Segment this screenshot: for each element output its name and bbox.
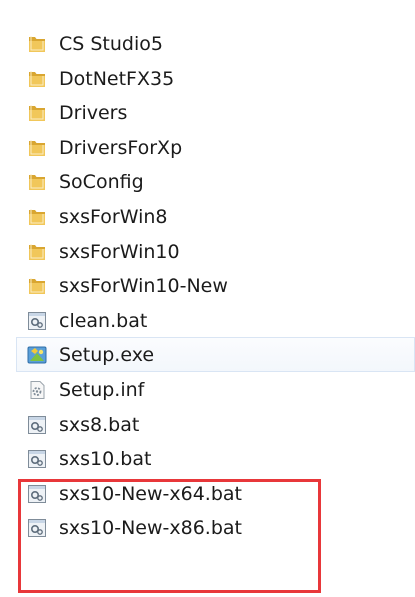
file-name: Drivers (59, 102, 128, 125)
folder-icon (26, 33, 48, 55)
file-name: CS Studio5 (59, 33, 163, 55)
folder-icon (26, 206, 48, 228)
setup-exe-icon (26, 344, 48, 366)
folder-icon (26, 137, 48, 159)
batch-file-icon (26, 310, 48, 332)
file-row-soconfig[interactable]: SoConfig (0, 164, 415, 199)
file-row-sxs10-bat[interactable]: sxs10.bat (0, 441, 415, 476)
file-row-cs-studio5[interactable]: CS Studio5 (0, 26, 415, 61)
file-name: clean.bat (59, 309, 148, 332)
file-name: SoConfig (59, 171, 144, 194)
file-name: DotNetFX35 (59, 67, 175, 90)
batch-file-icon (26, 448, 48, 470)
folder-icon (26, 68, 48, 90)
folder-icon (26, 241, 48, 263)
folder-icon (26, 102, 48, 124)
file-row-setup-inf[interactable]: Setup.inf (0, 372, 415, 407)
file-row-driversforxp[interactable]: DriversForXp (0, 130, 415, 165)
file-name: Setup.exe (59, 344, 155, 367)
red-highlight-box (18, 479, 321, 593)
file-row-sxsforwin10-new[interactable]: sxsForWin10-New (0, 268, 415, 303)
batch-file-icon (26, 414, 48, 436)
file-row-clean-bat[interactable]: clean.bat (0, 303, 415, 338)
file-name: Setup.inf (59, 378, 145, 401)
file-row-sxsforwin10[interactable]: sxsForWin10 (0, 234, 415, 269)
folder-icon (26, 275, 48, 297)
file-name: sxsForWin10 (59, 240, 180, 263)
file-name: DriversForXp (59, 136, 183, 159)
file-row-sxsforwin8[interactable]: sxsForWin8 (0, 199, 415, 234)
folder-icon (26, 171, 48, 193)
file-name: sxs8.bat (59, 413, 140, 436)
file-name: sxsForWin10-New (59, 275, 228, 298)
inf-file-icon (26, 379, 48, 401)
file-name: sxs10.bat (59, 448, 152, 471)
file-name: sxsForWin8 (59, 205, 168, 228)
file-row-sxs8-bat[interactable]: sxs8.bat (0, 407, 415, 442)
file-row-drivers[interactable]: Drivers (0, 95, 415, 130)
file-row-dotnetfx35[interactable]: DotNetFX35 (0, 61, 415, 96)
file-row-setup-exe[interactable]: Setup.exe (16, 337, 415, 372)
file-list: CS Studio5 DotNetFX35 Drivers DriversFor… (0, 26, 415, 545)
